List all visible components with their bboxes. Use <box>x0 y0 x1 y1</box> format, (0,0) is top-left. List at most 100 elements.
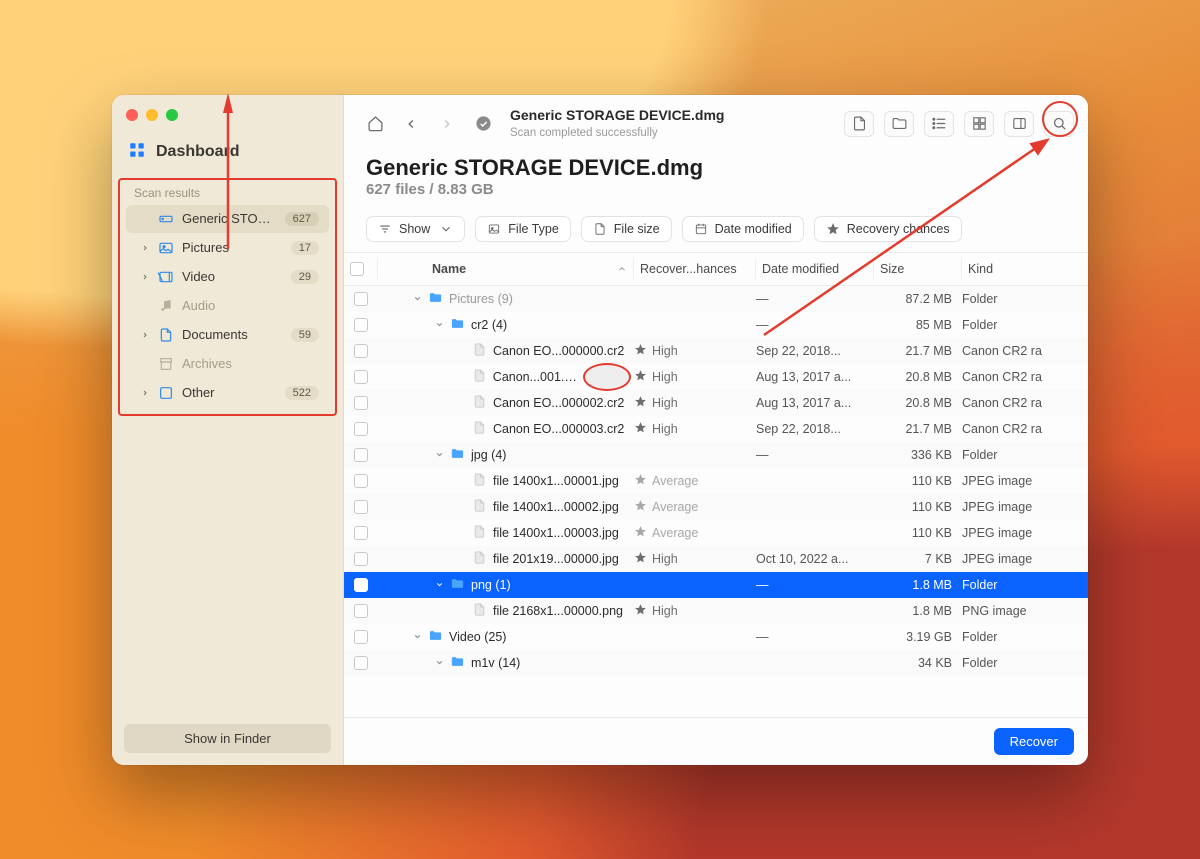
sidebar-list: Generic STORAG...627Pictures17Video29Aud… <box>120 205 335 407</box>
view-list-icon[interactable] <box>924 111 954 137</box>
size-cell: 7 KB <box>874 552 962 566</box>
view-folder-icon[interactable] <box>884 111 914 137</box>
chevron-down-icon[interactable] <box>412 632 422 641</box>
sidebar-item-documents[interactable]: Documents59 <box>126 321 329 349</box>
row-checkbox[interactable] <box>354 370 368 384</box>
file-name: m1v (14) <box>471 656 520 670</box>
table-row[interactable]: Pictures (9)—87.2 MBFolder <box>344 286 1088 312</box>
filter-recovery-chances[interactable]: Recovery chances <box>814 216 962 242</box>
table-row[interactable]: cr2 (4)—85 MBFolder <box>344 312 1088 338</box>
table-row[interactable]: file 201x19...00000.jpgHighOct 10, 2022 … <box>344 546 1088 572</box>
col-recovery[interactable]: Recover...hances <box>634 259 756 279</box>
file-name: file 201x19...00000.jpg <box>493 552 619 566</box>
minimize-icon[interactable] <box>146 109 158 121</box>
chevron-down-icon[interactable] <box>434 320 444 329</box>
recovery-chance: High <box>634 421 756 437</box>
eye-icon[interactable] <box>588 368 606 386</box>
show-in-finder-button[interactable]: Show in Finder <box>124 724 331 753</box>
table-row[interactable]: Video (25)—3.19 GBFolder <box>344 624 1088 650</box>
dashboard-link[interactable]: Dashboard <box>112 131 343 178</box>
row-checkbox[interactable] <box>354 292 368 306</box>
hex-icon[interactable]: # <box>608 368 626 386</box>
table-row[interactable]: file 1400x1...00001.jpgAverage110 KBJPEG… <box>344 468 1088 494</box>
row-checkbox[interactable] <box>354 474 368 488</box>
row-checkbox[interactable] <box>354 604 368 618</box>
kind-cell: Canon CR2 ra <box>962 344 1080 358</box>
name-cell: file 1400x1...00002.jpg <box>378 498 634 516</box>
file-icon <box>472 472 487 490</box>
row-checkbox[interactable] <box>354 630 368 644</box>
audio-icon <box>158 298 174 314</box>
sidebar-item-other[interactable]: Other522 <box>126 379 329 407</box>
sidebar-item-generic-storag-[interactable]: Generic STORAG...627 <box>126 205 329 233</box>
chevron-down-icon[interactable] <box>412 294 422 303</box>
table-row[interactable]: file 1400x1...00002.jpgAverage110 KBJPEG… <box>344 494 1088 520</box>
col-kind[interactable]: Kind <box>962 259 1080 279</box>
table-row[interactable]: Canon EO...000000.cr2HighSep 22, 2018...… <box>344 338 1088 364</box>
close-icon[interactable] <box>126 109 138 121</box>
sidebar-item-video[interactable]: Video29 <box>126 263 329 291</box>
kind-cell: Canon CR2 ra <box>962 396 1080 410</box>
recover-button[interactable]: Recover <box>994 728 1074 755</box>
forward-button[interactable] <box>432 111 462 137</box>
col-name[interactable]: Name <box>378 259 634 279</box>
dashboard-label: Dashboard <box>156 143 240 161</box>
view-grid-icon[interactable] <box>964 111 994 137</box>
file-name: file 1400x1...00001.jpg <box>493 474 619 488</box>
table-row[interactable]: Canon EO...000003.cr2HighSep 22, 2018...… <box>344 416 1088 442</box>
sidebar-item-pictures[interactable]: Pictures17 <box>126 234 329 262</box>
zoom-icon[interactable] <box>166 109 178 121</box>
app-window: Dashboard Scan results Generic STORAG...… <box>112 95 1088 765</box>
row-checkbox[interactable] <box>354 526 368 540</box>
sidebar-item-count: 17 <box>291 241 319 255</box>
row-checkbox[interactable] <box>354 448 368 462</box>
video-icon <box>158 269 174 285</box>
file-name: Video (25) <box>449 630 506 644</box>
col-date[interactable]: Date modified <box>756 259 874 279</box>
chevron-down-icon[interactable] <box>434 658 444 667</box>
view-split-icon[interactable] <box>1004 111 1034 137</box>
file-icon <box>472 420 487 438</box>
filter-date-modified[interactable]: Date modified <box>682 216 804 242</box>
table-row[interactable]: file 1400x1...00003.jpgAverage110 KBJPEG… <box>344 520 1088 546</box>
row-checkbox[interactable] <box>354 578 368 592</box>
sidebar-item-audio[interactable]: Audio <box>126 292 329 320</box>
sidebar-item-label: Documents <box>182 327 283 342</box>
filter-show[interactable]: Show <box>366 216 465 242</box>
size-cell: 336 KB <box>874 448 962 462</box>
col-size[interactable]: Size <box>874 259 962 279</box>
chevron-right-icon <box>140 331 150 339</box>
row-checkbox[interactable] <box>354 656 368 670</box>
kind-cell: JPEG image <box>962 552 1080 566</box>
size-cell: 34 KB <box>874 656 962 670</box>
preview-actions[interactable]: # <box>588 368 626 386</box>
kind-cell: JPEG image <box>962 474 1080 488</box>
table-row[interactable]: Canon...001.cr2#HighAug 13, 2017 a...20.… <box>344 364 1088 390</box>
row-checkbox[interactable] <box>354 318 368 332</box>
row-checkbox[interactable] <box>354 396 368 410</box>
chevron-down-icon[interactable] <box>434 450 444 459</box>
filter-file-size[interactable]: File size <box>581 216 672 242</box>
recovery-chance: Average <box>634 499 756 515</box>
select-all-checkbox[interactable] <box>350 262 364 276</box>
search-button[interactable] <box>1044 111 1074 137</box>
table-row[interactable]: jpg (4)—336 KBFolder <box>344 442 1088 468</box>
table-row[interactable]: m1v (14)34 KBFolder <box>344 650 1088 676</box>
scan-complete-icon <box>468 111 498 137</box>
table-row[interactable]: Canon EO...000002.cr2HighAug 13, 2017 a.… <box>344 390 1088 416</box>
sidebar-item-archives[interactable]: Archives <box>126 350 329 378</box>
filter-file-type[interactable]: File Type <box>475 216 571 242</box>
row-checkbox[interactable] <box>354 422 368 436</box>
folder-icon <box>450 576 465 594</box>
table-row[interactable]: png (1)—1.8 MBFolder <box>344 572 1088 598</box>
back-button[interactable] <box>396 111 426 137</box>
row-checkbox[interactable] <box>354 500 368 514</box>
home-icon[interactable] <box>360 111 390 137</box>
table-row[interactable]: file 2168x1...00000.pngHigh1.8 MBPNG ima… <box>344 598 1088 624</box>
view-file-icon[interactable] <box>844 111 874 137</box>
date-cell: Sep 22, 2018... <box>756 344 874 358</box>
row-checkbox[interactable] <box>354 552 368 566</box>
recovery-chance: Average <box>634 525 756 541</box>
row-checkbox[interactable] <box>354 344 368 358</box>
chevron-down-icon[interactable] <box>434 580 444 589</box>
